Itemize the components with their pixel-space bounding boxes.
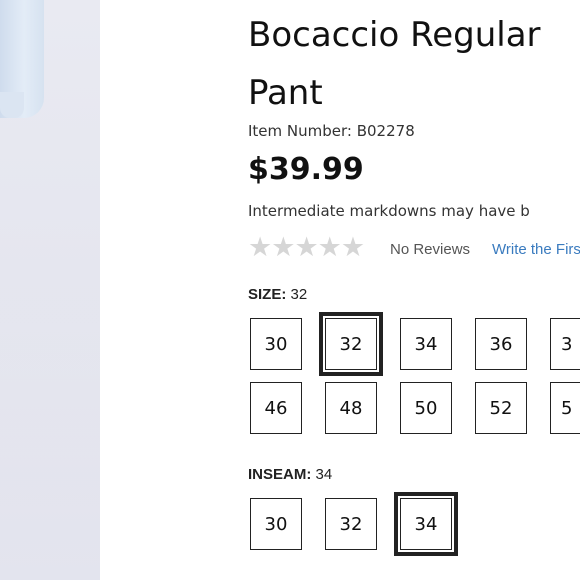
inseam-option-32[interactable]: 32 [325, 498, 377, 550]
size-option-partial-row1[interactable]: 3 [550, 318, 580, 370]
inseam-option-34[interactable]: 34 [394, 492, 458, 556]
size-option-50[interactable]: 50 [400, 382, 452, 434]
size-option-48[interactable]: 48 [325, 382, 377, 434]
star-icon: ★ [248, 232, 273, 262]
size-option-36[interactable]: 36 [475, 318, 527, 370]
item-number: Item Number: B02278 [248, 122, 415, 140]
star-icon: ★ [271, 232, 296, 262]
size-label-text: SIZE: [248, 286, 287, 303]
product-title: Bocaccio Regular Pant [248, 6, 580, 122]
shirt-cuff [0, 92, 24, 118]
star-icon: ★ [340, 232, 366, 262]
size-options: 30 32 34 36 3 46 48 50 52 5 [250, 312, 580, 434]
inseam-option-30[interactable]: 30 [250, 498, 302, 550]
inseam-label: INSEAM: 34 [248, 466, 332, 483]
size-label: SIZE: 32 [248, 286, 307, 303]
review-count: No Reviews [390, 241, 471, 258]
size-option-46[interactable]: 46 [250, 382, 302, 434]
price: $39.99 [248, 152, 364, 187]
product-title-line2: Pant [248, 73, 323, 113]
size-option-52[interactable]: 52 [475, 382, 527, 434]
size-option-partial-row2[interactable]: 5 [550, 382, 580, 434]
rating-stars: ★ ★ ★ ★ ★ [248, 232, 366, 262]
write-review-link[interactable]: Write the Firs [492, 241, 580, 258]
markdown-note: Intermediate markdowns may have b [248, 202, 530, 220]
size-option-30[interactable]: 30 [250, 318, 302, 370]
size-selected-value: 32 [290, 286, 308, 303]
size-option-34[interactable]: 34 [400, 318, 452, 370]
star-icon: ★ [317, 232, 342, 262]
inseam-label-text: INSEAM: [248, 466, 312, 483]
size-option-32[interactable]: 32 [319, 312, 383, 376]
product-title-line1: Bocaccio Regular [248, 15, 541, 55]
inseam-selected-value: 34 [315, 466, 333, 483]
product-image[interactable] [0, 0, 100, 580]
image-background [0, 150, 100, 580]
inseam-options: 30 32 34 [250, 492, 580, 556]
star-icon: ★ [294, 232, 319, 262]
